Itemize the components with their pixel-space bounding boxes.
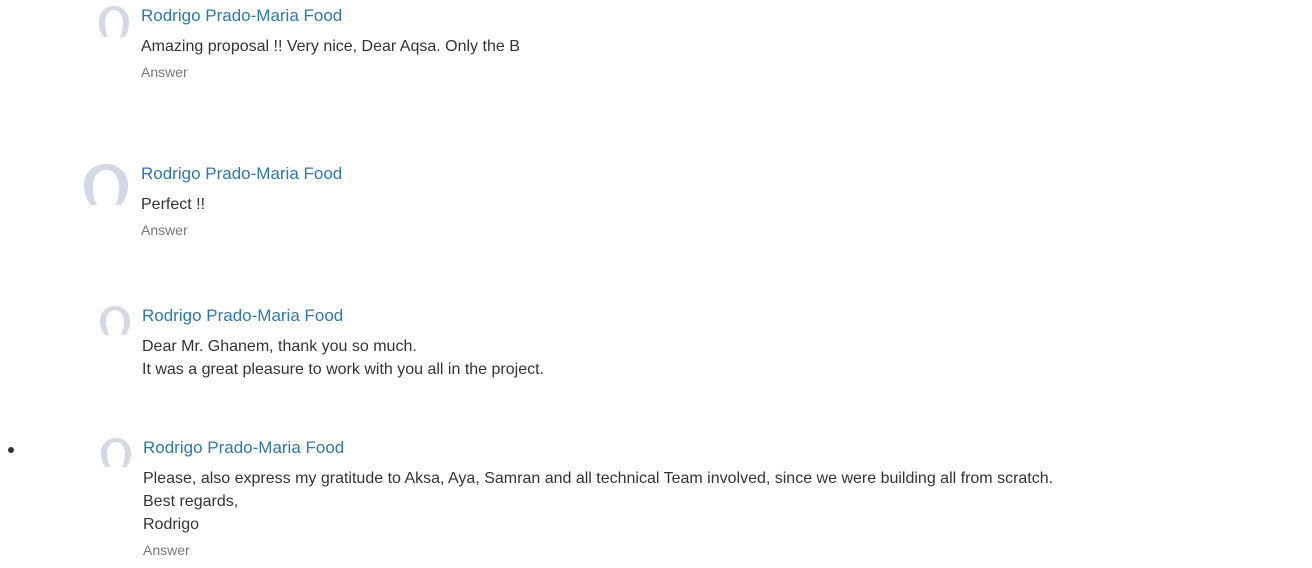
answer-link[interactable]: Answer: [141, 62, 188, 82]
user-avatar-icon: [100, 437, 132, 467]
answer-link[interactable]: Answer: [143, 540, 190, 560]
comment-author-link[interactable]: Rodrigo Prado-Maria Food: [142, 306, 544, 326]
comment-author-link[interactable]: Rodrigo Prado-Maria Food: [141, 164, 342, 184]
comment-text-line: Please, also express my gratitude to Aks…: [143, 470, 1054, 487]
comment-text-line: It was a great pleasure to work with you…: [142, 361, 544, 378]
comment-body: Amazing proposal !! Very nice, Dear Aqsa…: [141, 35, 520, 58]
answer-link[interactable]: Answer: [141, 220, 188, 240]
comment-author-link[interactable]: Rodrigo Prado-Maria Food: [141, 6, 520, 26]
comment-body: Perfect !!: [141, 193, 342, 216]
user-avatar-icon: [83, 163, 129, 205]
comment-thread: Rodrigo Prado-Maria Food Amazing proposa…: [0, 0, 1312, 568]
comment-body: Dear Mr. Ghanem, thank you so much. It w…: [142, 335, 544, 381]
list-bullet: [8, 447, 14, 453]
comment-body: Please, also express my gratitude to Aks…: [143, 467, 1053, 536]
user-avatar-icon: [99, 305, 131, 335]
comment-text-line: Perfect !!: [141, 196, 206, 213]
comment-text-line: Rodrigo: [143, 516, 200, 533]
comment-text-line: Amazing proposal !! Very nice, Dear Aqsa…: [141, 38, 520, 55]
comment-author-link[interactable]: Rodrigo Prado-Maria Food: [143, 438, 1053, 458]
comment-text-line: Best regards,: [143, 493, 239, 510]
user-avatar-icon: [98, 5, 130, 37]
comment-text-line: Dear Mr. Ghanem, thank you so much.: [142, 338, 417, 355]
